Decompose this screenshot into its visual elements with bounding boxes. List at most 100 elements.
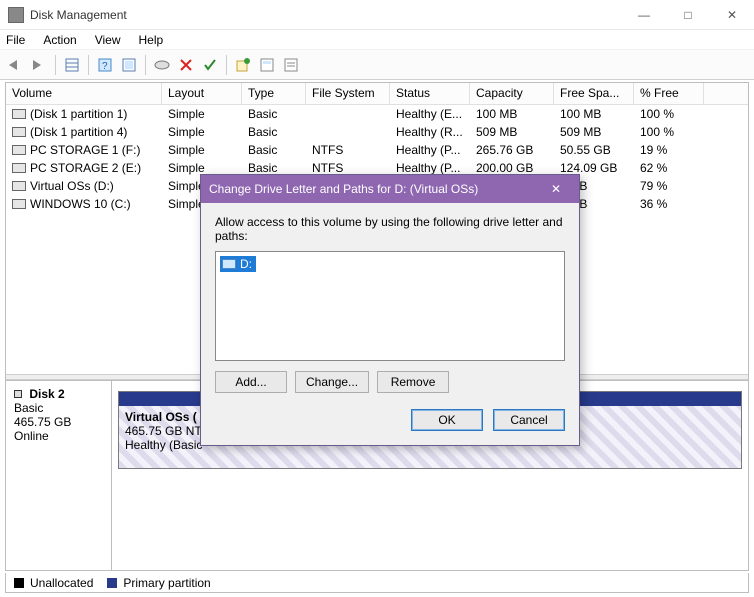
nav-forward-button[interactable] bbox=[28, 54, 50, 76]
properties-icon[interactable] bbox=[256, 54, 278, 76]
volume-status: Healthy (R... bbox=[390, 124, 470, 140]
volume-name: PC STORAGE 2 (E:) bbox=[30, 161, 141, 175]
volume-layout: Simple bbox=[162, 124, 242, 140]
volume-pct: 19 % bbox=[634, 142, 704, 158]
minimize-button[interactable]: — bbox=[622, 0, 666, 30]
check-icon[interactable] bbox=[199, 54, 221, 76]
column-spacer bbox=[704, 83, 748, 105]
legend-primary-swatch bbox=[107, 578, 117, 588]
menu-action[interactable]: Action bbox=[43, 33, 76, 47]
disk-bullet-icon bbox=[14, 390, 22, 398]
legend-unallocated-swatch bbox=[14, 578, 24, 588]
volume-type: Basic bbox=[242, 106, 306, 122]
column-free-space[interactable]: Free Spa... bbox=[554, 83, 634, 105]
delete-icon[interactable] bbox=[175, 54, 197, 76]
new-volume-icon[interactable] bbox=[232, 54, 254, 76]
volume-name: Virtual OSs (D:) bbox=[30, 179, 114, 193]
disk-size: 465.75 GB bbox=[14, 415, 71, 429]
settings-icon[interactable] bbox=[280, 54, 302, 76]
legend-unallocated-label: Unallocated bbox=[30, 576, 93, 590]
add-button[interactable]: Add... bbox=[215, 371, 287, 393]
volume-list-header: Volume Layout Type File System Status Ca… bbox=[6, 83, 748, 105]
menu-file[interactable]: File bbox=[6, 33, 25, 47]
volume-type: Basic bbox=[242, 124, 306, 140]
partition-name: Virtual OSs ( bbox=[125, 410, 197, 424]
toolbar-separator bbox=[145, 55, 146, 75]
close-button[interactable]: ✕ bbox=[710, 0, 754, 30]
column-volume[interactable]: Volume bbox=[6, 83, 162, 105]
disk-name: Disk 2 bbox=[29, 387, 64, 401]
drive-icon bbox=[12, 127, 26, 137]
toolbar-separator bbox=[88, 55, 89, 75]
volume-capacity: 265.76 GB bbox=[470, 142, 554, 158]
help-icon[interactable]: ? bbox=[94, 54, 116, 76]
toolbar: ? bbox=[0, 50, 754, 80]
drive-icon bbox=[222, 259, 236, 269]
volume-fs bbox=[306, 131, 390, 133]
volume-type: Basic bbox=[242, 142, 306, 158]
dialog-close-button[interactable]: ✕ bbox=[541, 182, 571, 196]
column-status[interactable]: Status bbox=[390, 83, 470, 105]
menu-help[interactable]: Help bbox=[139, 33, 164, 47]
volume-pct: 62 % bbox=[634, 160, 704, 176]
volume-name: (Disk 1 partition 4) bbox=[30, 125, 127, 139]
column-layout[interactable]: Layout bbox=[162, 83, 242, 105]
maximize-button[interactable]: □ bbox=[666, 0, 710, 30]
volume-layout: Simple bbox=[162, 106, 242, 122]
drive-icon bbox=[12, 181, 26, 191]
volume-capacity: 509 MB bbox=[470, 124, 554, 140]
volume-status: Healthy (E... bbox=[390, 106, 470, 122]
refresh-icon[interactable] bbox=[118, 54, 140, 76]
cancel-button[interactable]: Cancel bbox=[493, 409, 565, 431]
volume-name: WINDOWS 10 (C:) bbox=[30, 197, 131, 211]
toolbar-separator bbox=[226, 55, 227, 75]
partition-status: Healthy (Basic bbox=[125, 438, 202, 452]
drive-paths-listbox[interactable]: D: bbox=[215, 251, 565, 361]
partition-size: 465.75 GB NTF bbox=[125, 424, 209, 438]
drive-icon bbox=[12, 199, 26, 209]
drive-path-label: D: bbox=[240, 257, 252, 271]
volume-free: 509 MB bbox=[554, 124, 634, 140]
toolbar-separator bbox=[55, 55, 56, 75]
volume-layout: Simple bbox=[162, 142, 242, 158]
column-capacity[interactable]: Capacity bbox=[470, 83, 554, 105]
title-bar: Disk Management — □ ✕ bbox=[0, 0, 754, 30]
svg-text:?: ? bbox=[102, 61, 108, 72]
column-pct-free[interactable]: % Free bbox=[634, 83, 704, 105]
nav-back-button[interactable] bbox=[4, 54, 26, 76]
volume-name: (Disk 1 partition 1) bbox=[30, 107, 127, 121]
view-list-icon[interactable] bbox=[61, 54, 83, 76]
legend-primary-label: Primary partition bbox=[123, 576, 210, 590]
volume-pct: 79 % bbox=[634, 178, 704, 194]
ok-button[interactable]: OK bbox=[411, 409, 483, 431]
menu-view[interactable]: View bbox=[95, 33, 121, 47]
dialog-title: Change Drive Letter and Paths for D: (Vi… bbox=[209, 182, 478, 196]
drive-icon bbox=[12, 163, 26, 173]
dialog-title-bar[interactable]: Change Drive Letter and Paths for D: (Vi… bbox=[201, 175, 579, 203]
disk-label-box[interactable]: Disk 2 Basic 465.75 GB Online bbox=[6, 381, 112, 570]
disk-status: Online bbox=[14, 429, 49, 443]
window-title: Disk Management bbox=[30, 8, 622, 22]
volume-free: 50.55 GB bbox=[554, 142, 634, 158]
drive-icon bbox=[12, 145, 26, 155]
volume-pct: 100 % bbox=[634, 124, 704, 140]
drive-path-item[interactable]: D: bbox=[220, 256, 256, 272]
volume-fs bbox=[306, 113, 390, 115]
volume-free: 100 MB bbox=[554, 106, 634, 122]
table-row[interactable]: (Disk 1 partition 4) SimpleBasic Healthy (… bbox=[6, 123, 748, 141]
table-row[interactable]: PC STORAGE 1 (F:)SimpleBasicNTFSHealthy … bbox=[6, 141, 748, 159]
disk-type: Basic bbox=[14, 401, 43, 415]
app-icon bbox=[8, 7, 24, 23]
column-filesystem[interactable]: File System bbox=[306, 83, 390, 105]
remove-button[interactable]: Remove bbox=[377, 371, 449, 393]
column-type[interactable]: Type bbox=[242, 83, 306, 105]
rescan-disks-icon[interactable] bbox=[151, 54, 173, 76]
legend-bar: Unallocated Primary partition bbox=[5, 573, 749, 593]
table-row[interactable]: (Disk 1 partition 1) SimpleBasic Healthy (… bbox=[6, 105, 748, 123]
volume-fs: NTFS bbox=[306, 142, 390, 158]
drive-icon bbox=[12, 109, 26, 119]
change-button[interactable]: Change... bbox=[295, 371, 369, 393]
volume-pct: 100 % bbox=[634, 106, 704, 122]
volume-name: PC STORAGE 1 (F:) bbox=[30, 143, 140, 157]
menu-bar: File Action View Help bbox=[0, 30, 754, 50]
